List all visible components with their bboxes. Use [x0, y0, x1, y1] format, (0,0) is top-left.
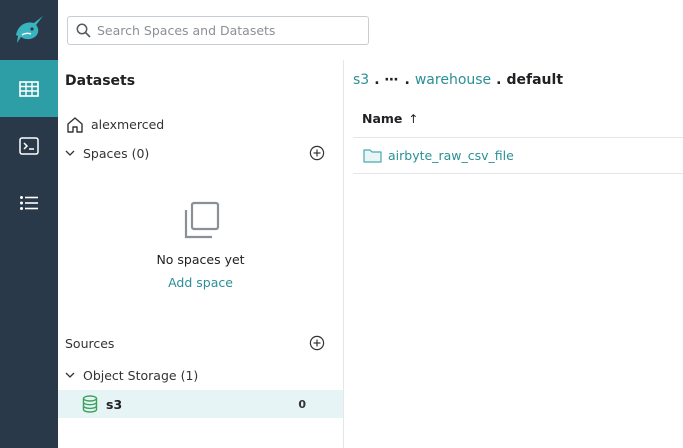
folder-icon: [363, 149, 382, 163]
chevron-down-icon[interactable]: [65, 370, 75, 380]
breadcrumb-separator: .: [374, 72, 380, 88]
add-source-plus-icon[interactable]: [309, 335, 325, 351]
breadcrumb-separator: .: [496, 72, 502, 88]
breadcrumb-root[interactable]: s3: [353, 72, 369, 88]
sort-arrow-icon[interactable]: ↑: [408, 112, 418, 126]
nav-sql-runner[interactable]: [0, 117, 58, 174]
home-label: alexmerced: [91, 116, 165, 132]
narwhal-logo-icon: [16, 16, 43, 43]
table-grid-icon: [19, 80, 39, 97]
source-item-s3[interactable]: s3 0: [58, 390, 343, 418]
object-storage-section[interactable]: Object Storage (1): [58, 361, 343, 389]
breadcrumb-middle[interactable]: warehouse: [415, 72, 491, 88]
home-icon: [67, 116, 83, 133]
list-icon: [20, 195, 38, 210]
panel-title: Datasets: [65, 73, 136, 89]
empty-text: No spaces yet: [156, 252, 245, 267]
home-space-item[interactable]: alexmerced: [58, 110, 343, 138]
copy-icon: [184, 201, 219, 239]
nav-rail: [0, 0, 58, 448]
source-count-badge: 0: [298, 397, 306, 411]
sources-label: Sources: [65, 335, 115, 351]
column-header-name[interactable]: Name: [362, 111, 402, 126]
chevron-down-icon[interactable]: [65, 148, 75, 158]
spaces-label: Spaces (0): [83, 145, 150, 161]
terminal-icon: [19, 136, 39, 155]
breadcrumb-more[interactable]: ⋯: [385, 72, 400, 88]
datasets-panel: Datasets alexmerced Spaces (0) No spaces…: [58, 60, 344, 448]
spaces-empty-state: No spaces yet Add space: [58, 200, 343, 291]
search-box[interactable]: [67, 16, 369, 45]
spaces-section[interactable]: Spaces (0): [58, 139, 343, 167]
top-bar: [58, 0, 683, 60]
source-name: s3: [106, 396, 123, 412]
dataset-name[interactable]: airbyte_raw_csv_file: [388, 148, 514, 163]
breadcrumb-current: default: [506, 72, 564, 88]
breadcrumb: s3 . ⋯ . warehouse . default: [353, 72, 563, 88]
database-icon: [82, 395, 98, 413]
breadcrumb-separator: .: [404, 72, 410, 88]
nav-datasets[interactable]: [0, 60, 58, 117]
nav-jobs[interactable]: [0, 174, 58, 231]
search-icon: [76, 23, 91, 38]
add-space-link[interactable]: Add space: [168, 275, 233, 290]
object-storage-label: Object Storage (1): [83, 367, 199, 383]
logo[interactable]: [0, 0, 58, 60]
table-header[interactable]: Name ↑: [353, 100, 683, 138]
add-space-plus-icon[interactable]: [309, 145, 325, 161]
table-row[interactable]: airbyte_raw_csv_file: [353, 138, 683, 174]
content-panel: s3 . ⋯ . warehouse . default Name ↑ airb…: [344, 60, 683, 448]
sources-section: Sources: [58, 329, 343, 357]
search-input[interactable]: [97, 23, 368, 38]
